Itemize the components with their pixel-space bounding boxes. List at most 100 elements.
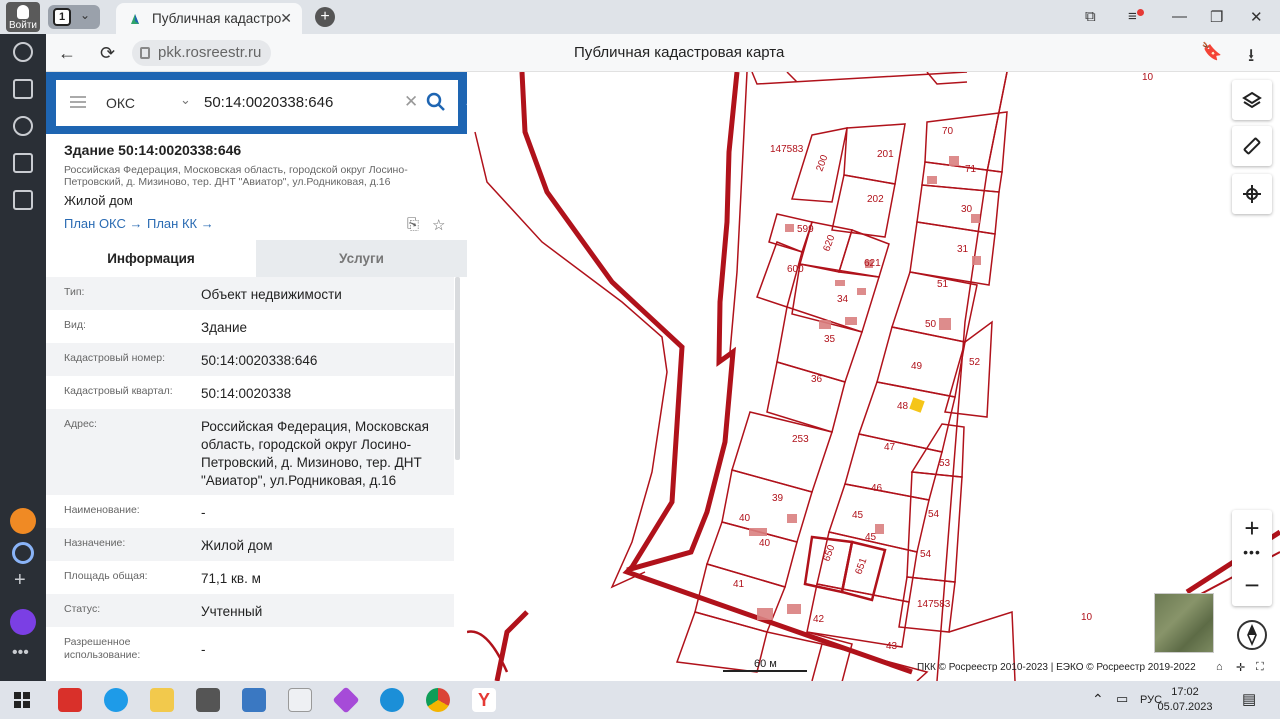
measure-button[interactable] xyxy=(1232,126,1272,166)
info-panel: ОКС ⌄ ✕ ‹ Здание 50:14:0020338:646 Росси… xyxy=(46,72,467,681)
search-icon[interactable] xyxy=(425,91,447,113)
search-input[interactable] xyxy=(204,94,394,111)
selected-building[interactable] xyxy=(909,397,925,413)
search-band: ОКС ⌄ ✕ ‹ xyxy=(46,72,467,134)
search-document-icon[interactable]: ⎘ xyxy=(407,216,419,233)
building-footprint[interactable] xyxy=(971,214,980,223)
building-footprint[interactable] xyxy=(949,156,959,166)
clock[interactable]: 17:02 05.07.2023 xyxy=(1145,685,1225,715)
parcel-label: 49 xyxy=(911,361,923,372)
building-footprint[interactable] xyxy=(787,514,797,523)
row-permitted-use: Разрешенное использование: - xyxy=(46,627,454,672)
row-key: Назначение: xyxy=(64,537,126,549)
url-field[interactable]: pkk.rosreestr.ru xyxy=(132,40,272,66)
file-explorer-icon[interactable] xyxy=(150,688,174,712)
alice-icon[interactable] xyxy=(10,609,36,635)
compass-button[interactable] xyxy=(1237,620,1267,650)
chrome-icon[interactable] xyxy=(426,688,450,712)
building-footprint[interactable] xyxy=(835,280,845,286)
row-cadastral-quarter: Кадастровый квартал: 50:14:0020338 xyxy=(46,376,454,409)
building-footprint[interactable] xyxy=(939,318,951,330)
collections-icon[interactable]: ⧉ xyxy=(1085,8,1096,25)
taskbar-app-red-icon[interactable] xyxy=(58,688,82,712)
row-key: Статус: xyxy=(64,603,101,615)
windows-start-icon[interactable] xyxy=(14,692,30,708)
plan-oks-link[interactable]: План ОКС → xyxy=(64,216,143,231)
building-footprint[interactable] xyxy=(857,288,866,295)
building-footprint[interactable] xyxy=(875,524,884,534)
new-tab-button[interactable]: + xyxy=(315,7,335,27)
bookmark-icon[interactable]: 🔖 xyxy=(1201,42,1222,62)
building-footprint[interactable] xyxy=(785,224,794,232)
compass-icon xyxy=(1247,624,1257,646)
restore-icon[interactable]: ❐ xyxy=(1210,8,1223,26)
building-footprint[interactable] xyxy=(819,320,831,329)
close-tab-icon[interactable]: ✕ xyxy=(280,10,292,27)
search-type-select[interactable]: ОКС xyxy=(106,95,135,111)
notifications-icon[interactable]: ▤ xyxy=(1242,690,1256,708)
tab-active[interactable]: Публичная кадастровая карта ✕ xyxy=(116,3,302,34)
play-icon[interactable] xyxy=(13,116,33,136)
add-panel-icon[interactable]: + xyxy=(14,569,26,592)
skype-icon[interactable] xyxy=(104,688,128,712)
building-footprint[interactable] xyxy=(787,604,801,614)
parcel-labels: 10 147583 200 201 202 70 71 30 31 599 620 621 600 34 5… xyxy=(733,72,1154,652)
photos-icon[interactable] xyxy=(242,688,266,712)
cadastral-quarter-link[interactable]: 50:14:0020338 xyxy=(201,385,446,403)
cadastral-map[interactable]: 10 147583 200 201 202 70 71 30 31 599 620 621 600 34 5… xyxy=(467,72,1280,681)
star-icon[interactable]: ☆ xyxy=(432,216,445,234)
tab-services[interactable]: Услуги xyxy=(256,240,467,277)
tray-chevron-up-icon[interactable]: ⌃ xyxy=(1092,691,1104,708)
map-canvas[interactable]: 10 147583 200 201 202 70 71 30 31 599 620 621 600 34 5… xyxy=(467,72,1280,681)
parcel-label: 48 xyxy=(897,401,909,412)
app-purple-icon[interactable] xyxy=(332,686,360,714)
building-footprint[interactable] xyxy=(845,317,857,325)
notepad-icon[interactable] xyxy=(288,688,312,712)
minimize-icon[interactable]: — xyxy=(1172,8,1187,25)
crosshair-small-icon[interactable]: ✛ xyxy=(1236,661,1245,674)
locate-button[interactable] xyxy=(1232,174,1272,214)
more-icon[interactable]: ••• xyxy=(12,644,29,662)
parcel-label: 10 xyxy=(1142,72,1154,83)
close-window-icon[interactable]: ✕ xyxy=(1250,8,1263,26)
zoom-more-icon[interactable]: ••• xyxy=(1232,544,1272,568)
app-orange-icon[interactable] xyxy=(10,508,36,534)
building-footprint[interactable] xyxy=(972,256,981,265)
building-footprint[interactable] xyxy=(927,176,937,184)
parcel-label: 201 xyxy=(877,149,894,160)
plan-kk-link[interactable]: План КК → xyxy=(147,216,214,231)
home-icon[interactable]: ⌂ xyxy=(1216,661,1223,673)
tabs-icon[interactable] xyxy=(13,153,33,173)
login-button[interactable]: Войти xyxy=(6,2,40,32)
zoom-out-button[interactable]: − xyxy=(1232,568,1272,604)
download-icon[interactable]: ⭳ xyxy=(1248,43,1254,73)
parcel-label: 54 xyxy=(928,509,940,520)
yandex-browser-icon[interactable]: Y xyxy=(472,688,496,712)
history-icon[interactable] xyxy=(13,42,33,62)
row-key: Адрес: xyxy=(64,418,97,430)
reload-icon[interactable]: ⟳ xyxy=(100,43,115,64)
tab-information[interactable]: Информация xyxy=(46,240,256,277)
zoom-in-button[interactable]: + xyxy=(1232,510,1272,546)
menu-icon[interactable]: ≡ xyxy=(1128,8,1137,25)
satellite-minimap[interactable] xyxy=(1154,593,1214,653)
calculator-icon[interactable] xyxy=(196,688,220,712)
hamburger-icon[interactable] xyxy=(70,96,86,98)
object-title: Здание 50:14:0020338:646 xyxy=(64,142,242,158)
layers-button[interactable] xyxy=(1232,80,1272,120)
bookmarks-icon[interactable] xyxy=(13,79,33,99)
clear-icon[interactable]: ✕ xyxy=(404,92,418,112)
battery-icon[interactable]: ▭ xyxy=(1116,691,1128,707)
app-circle-icon[interactable] xyxy=(12,542,34,564)
panel-scrollbar[interactable] xyxy=(455,277,460,460)
edge-icon[interactable] xyxy=(380,688,404,712)
row-value: Здание xyxy=(201,320,248,335)
building-footprint[interactable] xyxy=(757,608,773,620)
building-footprint[interactable] xyxy=(749,528,767,536)
screenshot-icon[interactable] xyxy=(13,190,33,210)
back-icon[interactable]: ← xyxy=(58,43,76,64)
tab-counter-button[interactable]: 1 ⌄ xyxy=(48,5,100,29)
chevron-down-icon[interactable]: ⌄ xyxy=(180,92,191,108)
fullscreen-icon[interactable]: ⛶ xyxy=(1256,661,1264,674)
cadastral-number-link[interactable]: 50:14:0020338:646 xyxy=(201,352,446,370)
